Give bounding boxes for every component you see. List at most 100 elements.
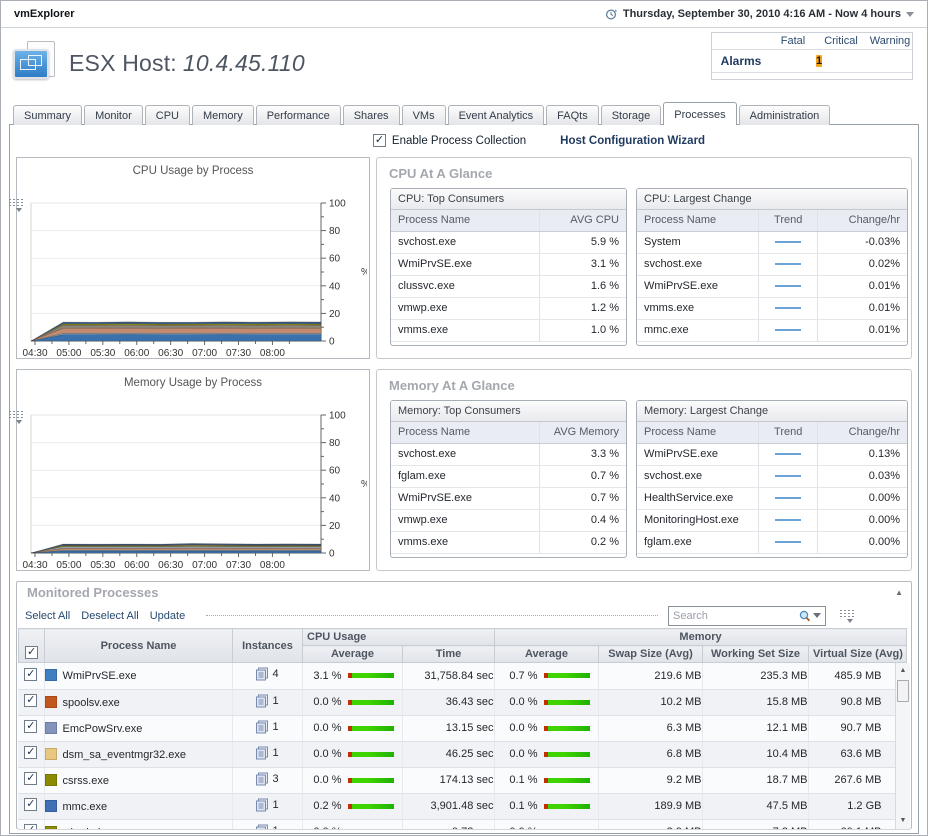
tab[interactable]: Shares [343, 105, 400, 125]
search-input[interactable] [673, 610, 797, 622]
tab[interactable]: Summary [13, 105, 82, 125]
table-row[interactable]: WmiPrvSE.exe 0.7 % [391, 487, 626, 509]
svg-text:07:00: 07:00 [192, 348, 217, 359]
col-swap-size[interactable]: Swap Size (Avg) [599, 646, 703, 663]
row-checkbox[interactable] [24, 772, 37, 785]
deselect-all-link[interactable]: Deselect All [81, 610, 138, 622]
critical-count-badge[interactable]: 1 [816, 55, 822, 67]
trend-sparkline [775, 497, 801, 499]
table-row[interactable]: WmiPrvSE.exe 0.01% [637, 275, 907, 297]
tab[interactable]: VMs [402, 105, 446, 125]
tab[interactable]: Processes [663, 102, 736, 125]
update-link[interactable]: Update [150, 610, 185, 622]
scrollbar-thumb[interactable] [897, 680, 909, 702]
process-name: vmms.exe [391, 319, 539, 341]
row-checkbox[interactable] [24, 694, 37, 707]
table-row[interactable]: WmiPrvSE.exe [18, 663, 906, 689]
collapse-panel-icon[interactable]: ▲ [895, 588, 903, 597]
table-row[interactable]: fglam.exe 0.7 % [391, 465, 626, 487]
table-row[interactable]: vmwp.exe 0.4 % [391, 509, 626, 531]
scroll-up-icon[interactable]: ▲ [896, 664, 910, 678]
row-checkbox[interactable] [24, 824, 37, 830]
clock-icon [605, 8, 618, 21]
tab[interactable]: Administration [739, 105, 831, 125]
table-row[interactable]: spoolsv.exe [18, 689, 906, 715]
process-name: WmiPrvSE.exe [63, 670, 137, 682]
col-process-name: Process Name [391, 210, 539, 231]
table-row[interactable]: mmc.exe [18, 793, 906, 819]
col-virtual-size[interactable]: Virtual Size (Avg) [809, 646, 907, 663]
trend-sparkline [775, 453, 801, 455]
col-working-set-size[interactable]: Working Set Size [703, 646, 809, 663]
select-all-checkbox[interactable] [25, 646, 38, 659]
chart-menu-icon[interactable] [9, 411, 24, 422]
change-value: 0.02% [818, 253, 907, 275]
table-row[interactable]: WmiPrvSE.exe 0.13% [637, 443, 907, 465]
tab[interactable]: CPU [145, 105, 190, 125]
process-name: WmiPrvSE.exe [391, 487, 539, 509]
scroll-down-icon[interactable]: ▼ [896, 814, 910, 828]
svg-text:0: 0 [329, 549, 335, 560]
table-row[interactable]: WmiPrvSE.exe 3.1 % [391, 253, 626, 275]
col-group-memory: Memory [495, 629, 907, 646]
table-row[interactable]: csrss.exe [18, 767, 906, 793]
chart-menu-icon[interactable] [9, 199, 24, 210]
tab[interactable]: Event Analytics [448, 105, 545, 125]
cpu-usage-bar [348, 752, 394, 757]
svg-text:04:30: 04:30 [22, 560, 47, 571]
panel-title: CPU: Largest Change [637, 189, 907, 210]
row-checkbox[interactable] [24, 798, 37, 811]
row-checkbox[interactable] [24, 746, 37, 759]
panel-title: CPU: Top Consumers [391, 189, 626, 210]
table-menu-icon[interactable] [840, 610, 855, 621]
process-name: mmc.exe [63, 801, 108, 813]
col-process-name: Process Name [391, 422, 539, 443]
col-mem-average[interactable]: Average [495, 646, 599, 663]
vertical-scrollbar[interactable]: ▲ ▼ [895, 663, 910, 829]
table-row[interactable]: mmc.exe 0.01% [637, 319, 907, 341]
table-row[interactable]: System -0.03% [637, 231, 907, 253]
table-row[interactable]: fglam.exe 0.00% [637, 531, 907, 553]
table-row[interactable]: vmms.exe 0.01% [637, 297, 907, 319]
change-value: 0.01% [818, 275, 907, 297]
row-checkbox[interactable] [24, 668, 37, 681]
table-row[interactable]: vmwp.exe 1.2 % [391, 297, 626, 319]
process-name: mmc.exe [637, 319, 759, 341]
table-row[interactable]: clussvc.exe 1.6 % [391, 275, 626, 297]
row-checkbox[interactable] [24, 720, 37, 733]
cpu-usage-bar [348, 726, 394, 731]
host-configuration-wizard-link[interactable]: Host Configuration Wizard [560, 135, 705, 147]
table-row[interactable]: HealthService.exe 0.00% [637, 487, 907, 509]
table-row[interactable]: svchost.exe 3.3 % [391, 443, 626, 465]
tab[interactable]: FAQts [546, 105, 599, 125]
select-all-link[interactable]: Select All [25, 610, 70, 622]
working-set-size-value: 12.1 MB [702, 715, 808, 741]
table-row[interactable]: svchost.exe 5.9 % [391, 231, 626, 253]
svg-text:06:00: 06:00 [124, 348, 149, 359]
table-row[interactable]: svchost.exe 0.02% [637, 253, 907, 275]
tab[interactable]: Storage [601, 105, 662, 125]
col-process-name[interactable]: Process Name [45, 629, 233, 663]
search-options-icon[interactable] [813, 613, 821, 618]
enable-process-collection[interactable]: Enable Process Collection [373, 134, 526, 147]
tab[interactable]: Performance [256, 105, 341, 125]
table-row[interactable]: vmms.exe 1.0 % [391, 319, 626, 341]
time-range-selector[interactable]: Thursday, September 30, 2010 4:16 AM - N… [605, 8, 914, 21]
table-row[interactable]: vmms.exe 0.2 % [391, 531, 626, 553]
col-cpu-time[interactable]: Time [403, 646, 495, 663]
table-row[interactable]: dsm_sa_eventmgr32.exe [18, 741, 906, 767]
col-cpu-average[interactable]: Average [303, 646, 403, 663]
col-instances[interactable]: Instances [233, 629, 303, 663]
table-row[interactable]: MonitoringHost.exe 0.00% [637, 509, 907, 531]
table-row[interactable]: svchost.exe 0.03% [637, 465, 907, 487]
table-row[interactable]: wbadmin.exe [18, 819, 906, 830]
svg-text:07:30: 07:30 [226, 560, 251, 571]
cpu-time-value: 36.43 sec [402, 689, 494, 715]
top-bar: vmExplorer Thursday, September 30, 2010 … [1, 1, 927, 28]
tab[interactable]: Monitor [84, 105, 143, 125]
chart-title: Memory Usage by Process [17, 370, 369, 389]
tab[interactable]: Memory [192, 105, 254, 125]
enable-process-collection-checkbox[interactable] [373, 134, 386, 147]
table-row[interactable]: EmcPowSrv.exe [18, 715, 906, 741]
search-icon[interactable] [797, 609, 813, 623]
